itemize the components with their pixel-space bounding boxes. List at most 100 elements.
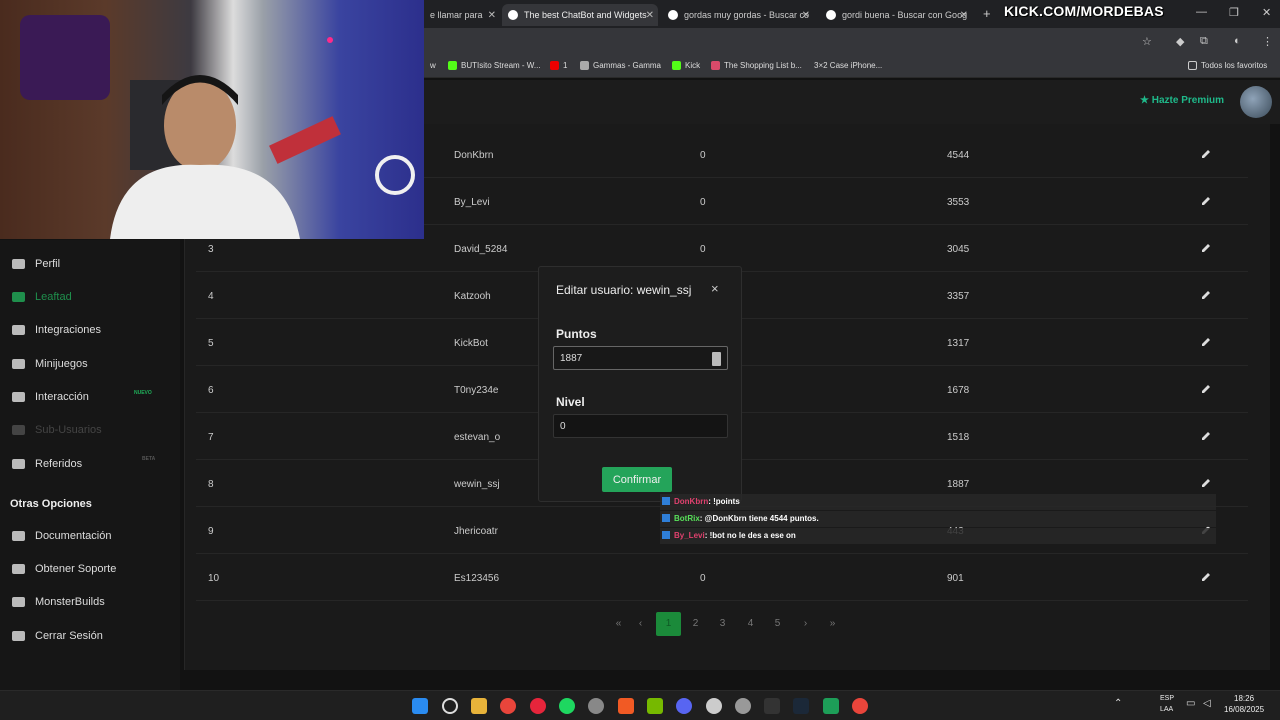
level-input[interactable]	[553, 414, 728, 438]
username-cell: T0ny234e	[454, 385, 499, 396]
close-tab-icon[interactable]: ✕	[646, 10, 654, 21]
chrome-icon[interactable]	[852, 698, 868, 714]
steam-icon[interactable]	[793, 698, 809, 714]
sidebar-item-soporte[interactable]: Obtener Soporte	[12, 563, 116, 575]
windows-taskbar: ⌃ ▭ ◁	[0, 690, 1280, 720]
close-tab-icon[interactable]: ✕	[960, 10, 968, 21]
browser-tab-active[interactable]: The best ChatBot and Widgets ✕	[502, 4, 658, 26]
discord-icon[interactable]	[676, 698, 692, 714]
restore-icon[interactable]: ❐	[1229, 6, 1239, 19]
edit-pencil-icon[interactable]	[1200, 242, 1212, 254]
extension-icon[interactable]: ◆	[1176, 35, 1184, 48]
bookmark-item[interactable]: Gammas - Gamma	[580, 61, 661, 70]
bookmark-item[interactable]: w	[430, 61, 436, 70]
language-indicator[interactable]: ESP LAA	[1160, 693, 1174, 715]
points-cell: 1678	[947, 385, 970, 396]
windows-start-icon[interactable]	[412, 698, 428, 714]
clock[interactable]: 18:26 16/08/2025	[1224, 693, 1264, 715]
close-tab-icon[interactable]: ✕	[802, 10, 810, 21]
sidebar-item-minijuegos[interactable]: Minijuegos	[12, 358, 88, 370]
obs-icon[interactable]	[706, 698, 722, 714]
app-icon[interactable]	[588, 698, 604, 714]
edit-pencil-icon[interactable]	[1200, 571, 1212, 583]
premium-link[interactable]: ★ Hazte Premium	[1140, 95, 1224, 106]
new-tab-icon[interactable]: +	[983, 6, 991, 21]
sidebar-item-perfil[interactable]: Perfil	[12, 258, 60, 270]
sidebar-item-referidos[interactable]: Referidos	[12, 458, 82, 470]
spotify-icon[interactable]	[559, 698, 575, 714]
close-tab-icon[interactable]: ✕	[488, 10, 496, 21]
minimize-icon[interactable]: —	[1196, 6, 1207, 18]
edit-pencil-icon[interactable]	[1200, 383, 1212, 395]
edit-pencil-icon[interactable]	[1200, 195, 1212, 207]
chevron-up-icon[interactable]: ⌃	[1114, 698, 1130, 714]
close-window-icon[interactable]: ✕	[1262, 6, 1271, 19]
points-input[interactable]	[553, 346, 728, 370]
bookmark-item[interactable]: 1	[550, 61, 567, 70]
prev-page-button[interactable]: ‹	[628, 612, 653, 636]
browser-tab[interactable]: e llamar para ✕	[424, 4, 500, 26]
profile-card-icon	[12, 259, 25, 269]
file-explorer-icon[interactable]	[471, 698, 487, 714]
points-cell: 3553	[947, 197, 970, 208]
chat-text: : @DonKbrn tiene 4544 puntos.	[699, 514, 819, 523]
page-button[interactable]: 2	[683, 612, 708, 636]
edit-pencil-icon[interactable]	[1200, 148, 1212, 160]
bookmark-item[interactable]: Kick	[672, 61, 700, 70]
browser-tab[interactable]: gordi buena - Buscar con Goog ✕	[820, 4, 972, 26]
extensions-puzzle-icon[interactable]: ⧉	[1200, 35, 1208, 48]
points-cell: 1887	[947, 479, 970, 490]
level-cell: 0	[700, 197, 706, 208]
edit-pencil-icon[interactable]	[1200, 336, 1212, 348]
tab-label: The best ChatBot and Widgets	[524, 10, 647, 20]
avatar[interactable]	[1240, 86, 1272, 118]
points-cell: 901	[947, 573, 964, 584]
settings-gear-icon[interactable]	[735, 698, 751, 714]
volume-icon[interactable]: ◁	[1203, 698, 1219, 714]
bookmark-item[interactable]: BUTIsito Stream - W...	[448, 61, 541, 70]
points-cell: 3357	[947, 291, 970, 302]
page-button[interactable]: 5	[765, 612, 790, 636]
network-icon[interactable]: ▭	[1186, 698, 1202, 714]
sidebar-item-interaccion[interactable]: Interacción	[12, 391, 89, 403]
bookmark-item[interactable]: The Shopping List b...	[711, 61, 802, 70]
page-button[interactable]: 3	[710, 612, 735, 636]
last-page-button[interactable]: »	[820, 612, 845, 636]
edit-pencil-icon[interactable]	[1200, 477, 1212, 489]
nvidia-icon[interactable]	[647, 698, 663, 714]
opera-icon[interactable]	[530, 698, 546, 714]
username-cell: KickBot	[454, 338, 488, 349]
bookmark-star-icon[interactable]: ☆	[1142, 35, 1152, 48]
all-bookmarks-folder[interactable]: Todos los favoritos	[1188, 61, 1267, 70]
sheets-icon[interactable]	[823, 698, 839, 714]
browser-tab[interactable]: gordas muy gordas - Buscar co ✕	[662, 4, 814, 26]
next-page-button[interactable]: ›	[793, 612, 818, 636]
time-text: 18:26	[1234, 694, 1255, 703]
bookmark-item[interactable]: 3×2 Case iPhone...	[814, 61, 882, 70]
sidebar-item-leaftad[interactable]: Leaftad	[12, 291, 72, 303]
sidebar-item-monsterbuilds[interactable]: MonsterBuilds	[12, 596, 105, 608]
page-button-current[interactable]: 1	[656, 612, 681, 636]
profile-icon[interactable]: ◐	[1234, 35, 1241, 47]
menu-dots-icon[interactable]: ⋮	[1262, 35, 1273, 48]
page-button[interactable]: 4	[738, 612, 763, 636]
chat-username: By_Levi	[674, 531, 705, 540]
username-cell: estevan_o	[454, 432, 501, 443]
confirm-button[interactable]: Confirmar	[602, 467, 672, 492]
search-icon[interactable]	[442, 698, 458, 714]
chat-username: DonKbrn	[674, 497, 709, 506]
edit-pencil-icon[interactable]	[1200, 289, 1212, 301]
sidebar-item-sub-usuarios[interactable]: Sub-Usuarios	[12, 424, 102, 436]
beta-badge: BETA	[142, 456, 156, 462]
sidebar-item-cerrar-sesion[interactable]: Cerrar Sesión	[12, 630, 103, 642]
chrome-icon[interactable]	[500, 698, 516, 714]
brave-icon[interactable]	[618, 698, 634, 714]
music-note-icon	[12, 392, 25, 402]
edit-pencil-icon[interactable]	[1200, 430, 1212, 442]
number-spinner-icon[interactable]	[712, 352, 721, 366]
sidebar-item-integraciones[interactable]: Integraciones	[12, 324, 101, 336]
sidebar-item-documentacion[interactable]: Documentación	[12, 530, 111, 542]
epic-games-icon[interactable]	[764, 698, 780, 714]
close-icon[interactable]: ×	[711, 281, 719, 296]
level-label: Nivel	[556, 395, 585, 409]
